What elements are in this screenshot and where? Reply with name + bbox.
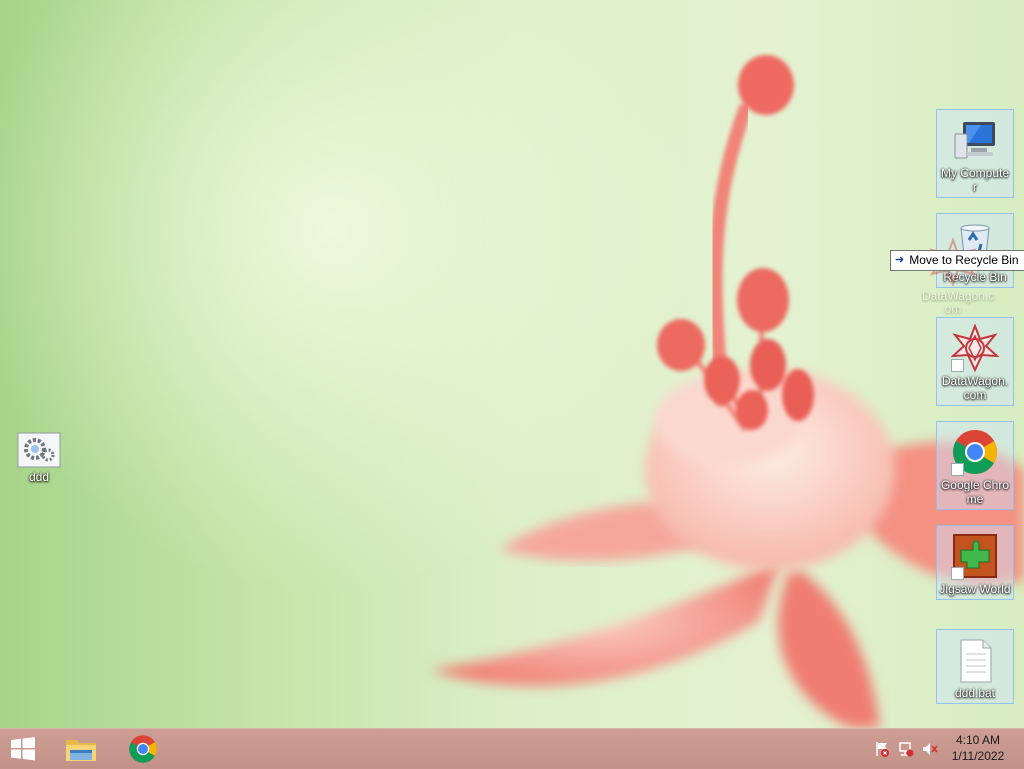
datawagon-icon bbox=[950, 323, 1000, 373]
taskbar-clock[interactable]: 4:10 AM 1/11/2022 bbox=[948, 732, 1008, 764]
computer-icon bbox=[951, 116, 999, 164]
volume-muted-icon[interactable] bbox=[922, 741, 938, 757]
settings-gear-icon bbox=[17, 432, 61, 468]
desktop-icon-label: ddd bbox=[28, 470, 50, 484]
desktop-icon-google-chrome[interactable]: Google Chrome bbox=[936, 421, 1014, 510]
action-center-flag-icon[interactable] bbox=[874, 741, 890, 757]
desktop-icon-label: ddd.bat bbox=[954, 686, 996, 700]
wallpaper-flower bbox=[430, 55, 1024, 728]
arrow-right-icon: ➜ bbox=[895, 254, 905, 266]
tooltip-text: Move to Recycle Bin bbox=[909, 253, 1019, 267]
shortcut-arrow-icon bbox=[951, 359, 964, 372]
file-explorer-icon bbox=[66, 740, 96, 761]
desktop-icon-label: DataWagon.com bbox=[941, 374, 1009, 402]
drag-ghost-label: DataWagon.c om bbox=[922, 289, 995, 316]
batch-file-icon bbox=[951, 636, 999, 684]
drag-tooltip: ➜ Move to Recycle Bin bbox=[890, 250, 1024, 271]
taskbar-file-explorer[interactable] bbox=[58, 729, 104, 769]
taskbar-google-chrome[interactable] bbox=[120, 729, 166, 769]
windows-logo-icon bbox=[11, 737, 35, 761]
desktop-icon-label: My Computer bbox=[940, 166, 1010, 194]
desktop-icon-datawagon[interactable]: DataWagon.com bbox=[936, 317, 1014, 406]
desktop-icon-my-computer[interactable]: My Computer bbox=[936, 109, 1014, 198]
desktop-icon-ddd[interactable]: ddd bbox=[0, 426, 78, 487]
start-button[interactable] bbox=[0, 729, 46, 769]
desktop-icon-label: Google Chrome bbox=[940, 478, 1010, 506]
desktop-icon-ddd-bat[interactable]: ddd.bat bbox=[936, 629, 1014, 704]
desktop-icon-label: Jigsaw World bbox=[939, 582, 1011, 596]
desktop[interactable]: My Computer Recycle Bin DataWagon.c om D… bbox=[0, 0, 1024, 728]
shortcut-arrow-icon bbox=[951, 567, 964, 580]
shortcut-arrow-icon bbox=[951, 463, 964, 476]
network-icon[interactable] bbox=[898, 741, 914, 757]
jigsaw-icon bbox=[951, 532, 999, 580]
drag-ghost-datawagon: DataWagon.c om bbox=[922, 236, 995, 316]
chrome-icon bbox=[129, 735, 157, 763]
taskbar: 4:10 AM 1/11/2022 bbox=[0, 728, 1024, 769]
clock-date: 1/11/2022 bbox=[951, 749, 1005, 763]
desktop-icon-jigsaw-world[interactable]: Jigsaw World bbox=[936, 525, 1014, 600]
chrome-icon bbox=[951, 428, 999, 476]
clock-time: 4:10 AM bbox=[955, 733, 1001, 747]
